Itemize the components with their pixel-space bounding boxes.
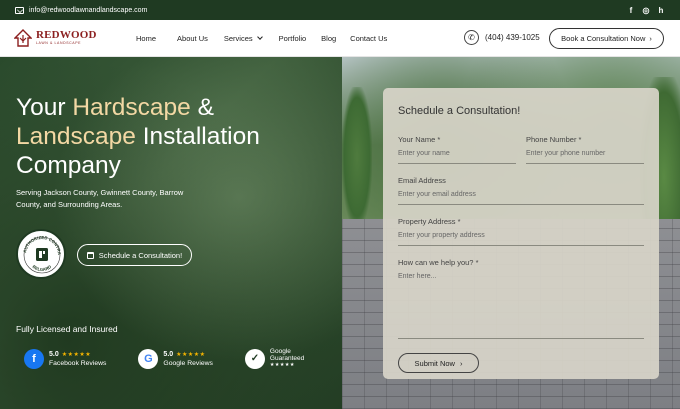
- nav-home[interactable]: Home: [136, 34, 156, 43]
- belgard-badge: AUTHORIZED CONTRACTOR BELGARD: [16, 229, 66, 279]
- address-label-text: Property Address: [398, 217, 456, 226]
- email-field: Email Address Enter your email address: [398, 176, 644, 205]
- mail-icon: [15, 6, 24, 14]
- hero-title-accent: Landscape: [16, 123, 136, 150]
- houzz-icon[interactable]: h: [657, 6, 665, 15]
- help-field: How can we help you? * Enter here...: [398, 258, 644, 339]
- review-score: 5.0: [49, 350, 59, 358]
- form-title: Schedule a Consultation!: [398, 105, 521, 117]
- chevron-down-icon: [256, 34, 263, 40]
- logo-house-icon: [14, 29, 32, 47]
- checkmark-icon: ✓: [244, 348, 265, 369]
- email-label: Email Address: [398, 176, 446, 185]
- logo[interactable]: REDWOOD LAWN & LANDSCAPE: [14, 29, 124, 47]
- guaranteed-stars: ★★★★★: [269, 362, 295, 368]
- top-bar: info@redwoodlawnandlandscape.com f ◎ h: [0, 0, 680, 20]
- help-label: How can we help you? *: [398, 258, 644, 267]
- badge-bottom-text: BELGARD: [32, 264, 53, 272]
- nav-contact-us[interactable]: Contact Us: [350, 34, 387, 43]
- required-mark: *: [475, 258, 479, 267]
- name-field: Your Name * Enter your name: [398, 135, 516, 164]
- name-input[interactable]: Enter your name: [398, 150, 516, 164]
- facebook-icon: f: [24, 348, 44, 369]
- book-consultation-button[interactable]: Book a Consultation Now ›: [549, 28, 664, 49]
- main-nav: Home About Us Services Portfolio Blog Co…: [130, 34, 387, 43]
- google-icon: G: [138, 348, 159, 369]
- required-mark: *: [437, 135, 441, 144]
- name-label: Your Name *: [398, 135, 516, 144]
- phone-number: (404) 439-1025: [485, 33, 540, 42]
- social-links: f ◎ h: [627, 6, 665, 15]
- nav-blog[interactable]: Blog: [321, 34, 336, 43]
- phone-icon: ✆: [464, 30, 479, 45]
- nav-portfolio[interactable]: Portfolio: [279, 34, 307, 43]
- phone-label: Phone Number *: [526, 135, 644, 144]
- instagram-icon[interactable]: ◎: [642, 6, 650, 15]
- schedule-consultation-label: Schedule a Consultation!: [98, 250, 183, 260]
- calendar-icon: [86, 251, 94, 259]
- logo-tagline: LAWN & LANDSCAPE: [36, 41, 82, 46]
- facebook-reviews[interactable]: f 5.0 ★★★★★ Facebook Reviews: [24, 348, 106, 369]
- email-text: info@redwoodlawnandlandscape.com: [29, 6, 148, 14]
- google-guaranteed[interactable]: ✓ Google Guaranteed ★★★★★: [244, 348, 305, 369]
- reviews-row: f 5.0 ★★★★★ Facebook Reviews G 5.0 ★★★★★ G…: [24, 348, 304, 369]
- address-label: Property Address *: [398, 217, 644, 226]
- badge-ring-icon: AUTHORIZED CONTRACTOR BELGARD: [18, 231, 62, 274]
- name-label-text: Your Name: [398, 135, 436, 144]
- help-label-text: How can we help you?: [398, 258, 474, 267]
- review-label: Google Reviews: [163, 359, 213, 367]
- star-rating: ★★★★★: [176, 351, 206, 358]
- nav-services-label: Services: [223, 33, 253, 43]
- hero-title: Your Hardscape & Landscape Installation …: [16, 93, 336, 180]
- hero-title-part: Your: [16, 94, 73, 121]
- book-consultation-label: Book a Consultation Now: [561, 34, 646, 43]
- licensed-heading: Fully Licensed and Insured: [16, 324, 118, 334]
- chevron-right-icon: ›: [649, 34, 652, 43]
- google-reviews[interactable]: G 5.0 ★★★★★ Google Reviews: [138, 348, 213, 369]
- hero-title-accent: Hardscape: [72, 94, 191, 121]
- hero-subtitle: Serving Jackson County, Gwinnett County,…: [16, 188, 184, 209]
- guaranteed-line1: Google: [269, 348, 291, 355]
- phone-input[interactable]: Enter your phone number: [526, 150, 644, 164]
- address-input[interactable]: Enter your property address: [398, 232, 644, 246]
- email-input[interactable]: Enter your email address: [398, 191, 644, 205]
- guaranteed-line2: Guaranteed: [269, 355, 305, 362]
- chevron-right-icon: ›: [459, 358, 463, 368]
- schedule-consultation-button[interactable]: Schedule a Consultation!: [77, 244, 192, 266]
- review-label: Facebook Reviews: [49, 359, 107, 367]
- hero-section: Your Hardscape & Landscape Installation …: [0, 57, 342, 409]
- address-field: Property Address * Enter your property a…: [398, 217, 644, 246]
- tree-image: [342, 87, 372, 227]
- logo-name: REDWOOD: [36, 29, 97, 42]
- submit-button[interactable]: Submit Now ›: [398, 353, 479, 373]
- phone-link[interactable]: ✆ (404) 439-1025: [464, 30, 540, 45]
- submit-label: Submit Now: [414, 358, 455, 368]
- svg-text:BELGARD: BELGARD: [32, 264, 53, 272]
- site-header: REDWOOD LAWN & LANDSCAPE Home About Us S…: [0, 20, 680, 57]
- star-rating: ★★★★★: [61, 351, 92, 358]
- help-textarea[interactable]: Enter here...: [398, 273, 644, 339]
- nav-services[interactable]: Services: [223, 33, 263, 43]
- nav-about-us[interactable]: About Us: [177, 34, 208, 43]
- phone-field: Phone Number * Enter your phone number: [526, 135, 644, 164]
- review-score: 5.0: [163, 350, 174, 358]
- email-link[interactable]: info@redwoodlawnandlandscape.com: [15, 6, 148, 14]
- required-mark: *: [578, 135, 582, 144]
- phone-label-text: Phone Number: [526, 135, 577, 144]
- hero-title-part: &: [190, 94, 214, 121]
- consultation-form: Schedule a Consultation! Your Name * Ent…: [383, 88, 659, 379]
- facebook-icon[interactable]: f: [627, 6, 635, 15]
- required-mark: *: [457, 217, 461, 226]
